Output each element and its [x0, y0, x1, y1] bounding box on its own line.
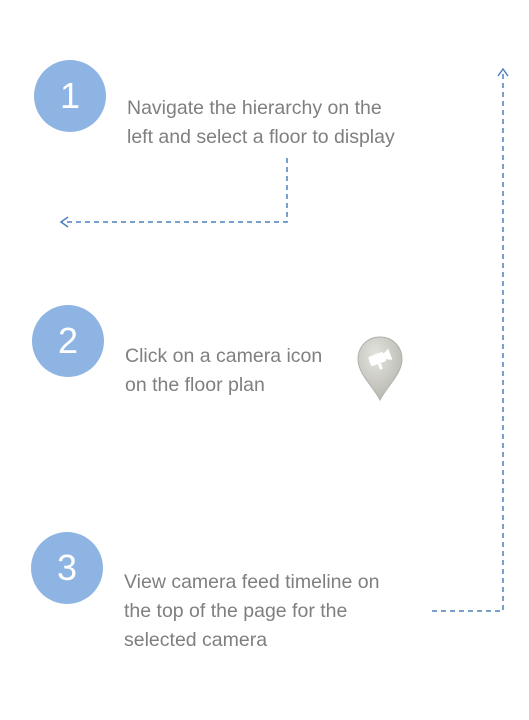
- step-2-number: 2: [57, 320, 79, 361]
- step-1-line-2: left and select a floor to display: [127, 126, 395, 148]
- step-2-line-2: on the floor plan: [125, 374, 265, 396]
- step-3-line-2: the top of the page for the: [124, 600, 348, 622]
- step-1-line-1: Navigate the hierarchy on the: [127, 97, 382, 119]
- step-1-badge: 1: [34, 60, 106, 132]
- step-3-line-3: selected camera: [124, 629, 268, 651]
- step3-connector-arrow: [432, 70, 504, 612]
- step-1-number: 1: [59, 75, 81, 116]
- step-3-number: 3: [56, 547, 78, 588]
- step-3-description: View camera feed timeline on the top of …: [124, 568, 379, 655]
- step-2-description: Click on a camera icon on the floor plan: [125, 342, 322, 400]
- step1-arrowhead: [59, 216, 69, 228]
- camera-pin-icon: [357, 336, 403, 402]
- step-1-description: Navigate the hierarchy on the left and s…: [127, 94, 395, 152]
- step1-connector-arrow: [62, 158, 288, 223]
- step-3-badge: 3: [31, 532, 103, 604]
- step-2-badge: 2: [32, 305, 104, 377]
- step-2-line-1: Click on a camera icon: [125, 345, 323, 367]
- step-3-line-1: View camera feed timeline on: [124, 571, 380, 593]
